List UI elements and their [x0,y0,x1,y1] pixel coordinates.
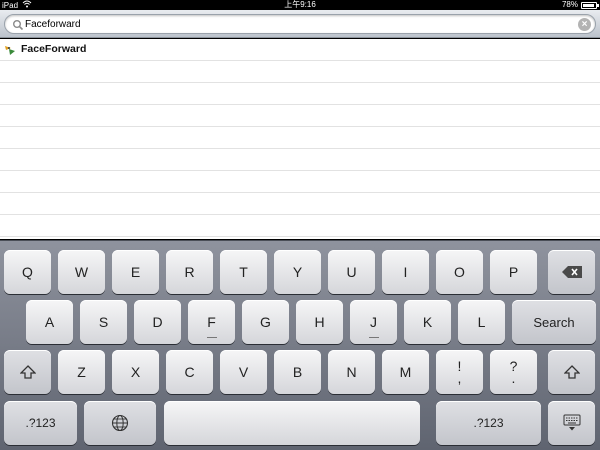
key-i[interactable]: I [382,250,429,294]
key-z[interactable]: Z [58,350,105,394]
key-c[interactable]: C [166,350,213,394]
empty-row [0,83,600,105]
globe-key[interactable] [84,401,156,445]
key-a[interactable]: A [26,300,73,344]
list-item[interactable]: FaceForward [0,39,600,61]
battery-level [583,4,594,7]
empty-row [0,193,600,215]
empty-row [0,215,600,237]
search-icon [12,18,24,31]
backspace-icon [561,266,583,278]
search-bar: × [0,10,600,38]
key-n[interactable]: N [328,350,375,394]
key-k[interactable]: K [404,300,451,344]
key-u[interactable]: U [328,250,375,294]
shift-icon [19,365,36,379]
home-row-marker [368,337,379,338]
status-time: 上午9:16 [284,0,316,9]
shift-icon [563,365,580,379]
shift-key-right[interactable] [548,350,595,394]
keyboard-hide-icon [562,413,582,433]
app-icon [4,43,16,55]
empty-row [0,171,600,193]
search-key[interactable]: Search [512,300,596,344]
key-f[interactable]: F [188,300,235,344]
keyboard: Q W E R T Y U I O P A S D F G H J K L Se… [0,240,600,450]
key-l[interactable]: L [458,300,505,344]
list-item-label: FaceForward [21,43,87,55]
key-s[interactable]: S [80,300,127,344]
key-x[interactable]: X [112,350,159,394]
empty-row [0,61,600,83]
key-m[interactable]: M [382,350,429,394]
numbers-key-left[interactable]: .?123 [4,401,77,445]
key-question-period[interactable]: ?. [490,350,537,394]
key-h[interactable]: H [296,300,343,344]
hide-keyboard-key[interactable] [548,401,595,445]
key-w[interactable]: W [58,250,105,294]
clear-icon[interactable]: × [578,18,591,31]
key-d[interactable]: D [134,300,181,344]
search-input[interactable] [25,17,565,32]
key-e[interactable]: E [112,250,159,294]
battery-icon [581,2,599,9]
key-y[interactable]: Y [274,250,321,294]
key-r[interactable]: R [166,250,213,294]
empty-row [0,127,600,149]
key-o[interactable]: O [436,250,483,294]
results-list: FaceForward [0,39,600,239]
empty-row [0,105,600,127]
key-g[interactable]: G [242,300,289,344]
space-key[interactable] [164,401,420,445]
key-v[interactable]: V [220,350,267,394]
status-bar: iPad 上午9:16 78% [0,0,600,10]
shift-key-left[interactable] [4,350,51,394]
key-p[interactable]: P [490,250,537,294]
key-b[interactable]: B [274,350,321,394]
globe-icon [111,414,129,432]
numbers-key-right[interactable]: .?123 [436,401,541,445]
search-field[interactable]: × [4,14,596,34]
key-q[interactable]: Q [4,250,51,294]
status-right: 78% [561,0,599,10]
key-j[interactable]: J [350,300,397,344]
battery-percent: 78% [561,0,578,9]
empty-row [0,149,600,171]
key-exclamation-comma[interactable]: !, [436,350,483,394]
backspace-key[interactable] [548,250,595,294]
key-t[interactable]: T [220,250,267,294]
home-row-marker [206,337,217,338]
